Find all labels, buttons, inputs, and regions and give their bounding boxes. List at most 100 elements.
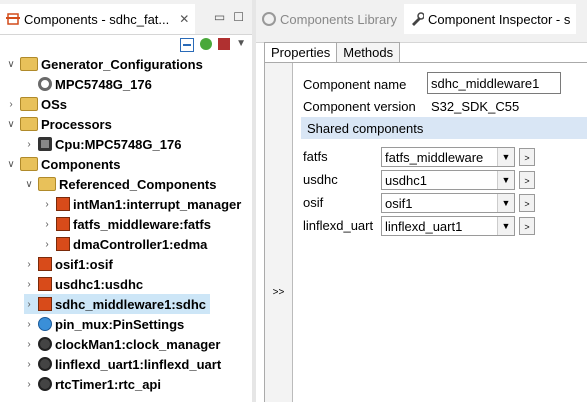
tree-item-label: dmaController1:edma (73, 236, 208, 252)
tree-item-label: rtcTimer1:rtc_api (55, 376, 161, 392)
shared-usdhc-label: usdhc (303, 172, 338, 187)
collapsed-chevron-icon[interactable]: › (24, 139, 34, 150)
tree-item[interactable]: › intMan1:interrupt_manager (42, 194, 241, 214)
shared-linflexd_uart-combo[interactable]: linflexd_uart1 ▼ (381, 216, 515, 236)
shared-usdhc-combo[interactable]: usdhc1 ▼ (381, 170, 515, 190)
collapsed-chevron-icon[interactable]: › (24, 339, 34, 350)
component-icon (38, 277, 52, 291)
inspector-view: Components Library Component Inspector -… (256, 0, 587, 402)
tree-item-label: OSs (41, 96, 68, 112)
view-toolbar: ▼ (180, 38, 246, 52)
chevron-down-icon[interactable]: ▼ (497, 148, 514, 166)
component-name-field[interactable]: sdhc_middleware1 (427, 72, 561, 94)
combo-value: osif1 (385, 195, 413, 211)
expanded-chevron-icon[interactable]: ∨ (24, 179, 34, 190)
collapse-all-icon[interactable] (180, 38, 195, 52)
tree-item-label: usdhc1:usdhc (55, 276, 144, 292)
collapsed-chevron-icon[interactable]: › (42, 199, 52, 210)
library-icon (262, 12, 276, 26)
collapsed-chevron-icon[interactable]: › (24, 379, 34, 390)
tab-methods[interactable]: Methods (336, 42, 401, 62)
tree-item-label: MPC5748G_176 (55, 76, 152, 92)
tree-item[interactable]: ∨ Components (6, 154, 120, 174)
tree-item-label: intMan1:interrupt_manager (73, 196, 242, 212)
collapsed-chevron-icon[interactable]: › (24, 299, 34, 310)
component-version-value: S32_SDK_C55 (431, 99, 520, 114)
chevron-down-icon[interactable]: ▼ (497, 217, 514, 235)
collapsed-chevron-icon[interactable]: › (24, 279, 34, 290)
clock-icon (38, 377, 52, 391)
component-icon (56, 217, 70, 231)
components-view-header: Components - sdhc_fat... ✕ ▭ ☐ (0, 0, 252, 35)
tree-item[interactable]: › pin_mux:PinSettings (24, 314, 184, 334)
components-tab[interactable]: Components - sdhc_fat... ✕ (0, 4, 196, 34)
tab-properties[interactable]: Properties (264, 42, 338, 62)
tree-item[interactable]: › Cpu:MPC5748G_176 (24, 134, 181, 154)
expand-gutter[interactable]: >> (265, 63, 293, 402)
goto-linflexd_uart-button[interactable]: > (519, 217, 535, 235)
minimize-icon[interactable]: ▭ (214, 10, 225, 24)
tree-item[interactable]: › usdhc1:usdhc (24, 274, 143, 294)
tree-item[interactable]: › linflexd_uart1:linflexd_uart (24, 354, 221, 374)
chevron-down-icon[interactable]: ▼ (497, 171, 514, 189)
component-icon (56, 237, 70, 251)
inspector-icon (410, 12, 425, 26)
tree-item[interactable]: › OSs (6, 94, 67, 114)
combo-value: linflexd_uart1 (385, 218, 463, 234)
window-controls: ▭ ☐ (214, 10, 244, 24)
goto-osif-button[interactable]: > (519, 194, 535, 212)
combo-value: fatfs_middleware (385, 149, 484, 165)
tree-item-label: pin_mux:PinSettings (55, 316, 185, 332)
tree-item[interactable]: › clockMan1:clock_manager (24, 334, 220, 354)
filter-icon[interactable] (218, 38, 231, 50)
collapsed-chevron-icon[interactable]: › (42, 219, 52, 230)
chip-icon (38, 137, 52, 151)
inspector-tabbar: Components Library Component Inspector -… (256, 0, 587, 43)
goto-fatfs-button[interactable]: > (519, 148, 535, 166)
tree-item[interactable]: › sdhc_middleware1:sdhc (24, 294, 210, 314)
goto-usdhc-button[interactable]: > (519, 171, 535, 189)
collapsed-chevron-icon[interactable]: › (24, 319, 34, 330)
shared-osif-combo[interactable]: osif1 ▼ (381, 193, 515, 213)
tree-item-label: osif1:osif (55, 256, 113, 272)
folder-icon (20, 157, 38, 171)
components-tab-label: Components - sdhc_fat... (24, 11, 170, 27)
collapsed-chevron-icon[interactable]: › (42, 239, 52, 250)
tab-component-inspector[interactable]: Component Inspector - s (404, 4, 577, 34)
component-name-label: Component name (303, 77, 407, 92)
tree-item[interactable]: › rtcTimer1:rtc_api (24, 374, 161, 394)
tree-item[interactable]: › dmaController1:edma (42, 234, 207, 254)
component-version-label: Component version (303, 99, 416, 114)
components-view-icon (6, 12, 20, 26)
collapsed-chevron-icon[interactable]: › (24, 359, 34, 370)
collapsed-chevron-icon[interactable]: › (24, 259, 34, 270)
tree-item[interactable]: › osif1:osif (24, 254, 113, 274)
collapsed-chevron-icon[interactable]: › (6, 99, 16, 110)
shared-components-header: Shared components (301, 117, 587, 139)
tree-item[interactable]: › fatfs_middleware:fatfs (42, 214, 211, 234)
maximize-icon[interactable]: ☐ (233, 10, 244, 24)
expand-gutter-label: >> (272, 287, 285, 298)
tree-item[interactable]: MPC5748G_176 (24, 74, 152, 94)
folder-icon (20, 117, 38, 131)
tree-item-label: Processors (41, 116, 112, 132)
shared-osif-label: osif (303, 195, 324, 210)
shared-fatfs-combo[interactable]: fatfs_middleware ▼ (381, 147, 515, 167)
tree-item-label: linflexd_uart1:linflexd_uart (55, 356, 222, 372)
chevron-down-icon[interactable]: ▼ (497, 194, 514, 212)
view-menu-chevron-down-icon[interactable]: ▼ (236, 38, 246, 52)
shared-fatfs-label: fatfs (303, 149, 328, 164)
close-icon[interactable]: ✕ (179, 12, 189, 26)
tree-item[interactable]: ∨ Referenced_Components (24, 174, 216, 194)
refresh-icon[interactable] (200, 38, 213, 50)
components-view: Components - sdhc_fat... ✕ ▭ ☐ ▼ ∨ Genera… (0, 0, 252, 402)
expanded-chevron-icon[interactable]: ∨ (6, 159, 16, 170)
properties-panel: >> Component name sdhc_middleware1 Compo… (264, 62, 587, 402)
tab-components-library[interactable]: Components Library (262, 4, 397, 34)
tree-item[interactable]: ∨ Generator_Configurations (6, 54, 202, 74)
tree-item-label: fatfs_middleware:fatfs (73, 216, 211, 232)
tree-item[interactable]: ∨ Processors (6, 114, 112, 134)
clock-icon (38, 357, 52, 371)
expanded-chevron-icon[interactable]: ∨ (6, 59, 16, 70)
expanded-chevron-icon[interactable]: ∨ (6, 119, 16, 130)
